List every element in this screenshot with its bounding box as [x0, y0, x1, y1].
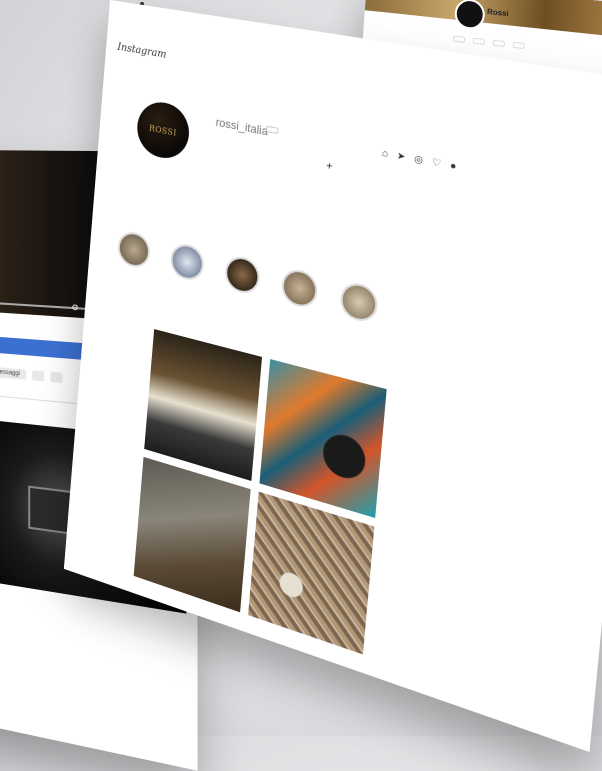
- username: rossi_italia: [215, 116, 269, 139]
- profile-stats: [214, 139, 242, 144]
- post-tile[interactable]: [133, 456, 251, 613]
- bio-line: [211, 173, 212, 179]
- bio-line: [212, 165, 213, 171]
- highlight[interactable]: [223, 253, 261, 301]
- chip-3[interactable]: [50, 371, 63, 384]
- home-icon[interactable]: ⌂: [382, 147, 389, 160]
- profile-tabs: [141, 310, 218, 330]
- avatar: [453, 0, 486, 31]
- tab-3[interactable]: [492, 39, 505, 47]
- profile-icon[interactable]: ●: [450, 160, 457, 173]
- bio-line: [210, 189, 211, 195]
- add-icon[interactable]: +: [326, 161, 333, 174]
- profile-tabs: [452, 35, 525, 50]
- post-tile[interactable]: [259, 359, 387, 519]
- top-icons: ⌂ ➤ ◎ ♡ ●: [382, 147, 457, 173]
- tab-2[interactable]: [472, 37, 486, 45]
- highlight[interactable]: [169, 241, 206, 287]
- tab-4[interactable]: [512, 41, 525, 50]
- bio-line: [210, 181, 211, 187]
- send-icon[interactable]: ➤: [396, 150, 405, 164]
- heart-icon[interactable]: ♡: [431, 156, 442, 170]
- highlight[interactable]: [116, 229, 152, 274]
- post-tile[interactable]: [248, 491, 375, 655]
- chip-2[interactable]: [31, 370, 44, 382]
- chip-1[interactable]: Messaggi: [0, 366, 26, 380]
- instagram-logo[interactable]: Instagram: [117, 42, 167, 61]
- highlight[interactable]: [280, 266, 319, 314]
- post-tile[interactable]: [144, 329, 263, 481]
- avatar-text: ROSSI: [148, 122, 178, 138]
- bio-name: [212, 156, 213, 162]
- bio: [209, 155, 378, 231]
- avatar[interactable]: ROSSI: [135, 98, 192, 163]
- post-grid: [133, 329, 387, 655]
- highlight[interactable]: [338, 279, 379, 329]
- explore-icon[interactable]: ◎: [414, 153, 424, 167]
- tab-1[interactable]: [452, 35, 466, 43]
- story-highlights: [116, 229, 379, 329]
